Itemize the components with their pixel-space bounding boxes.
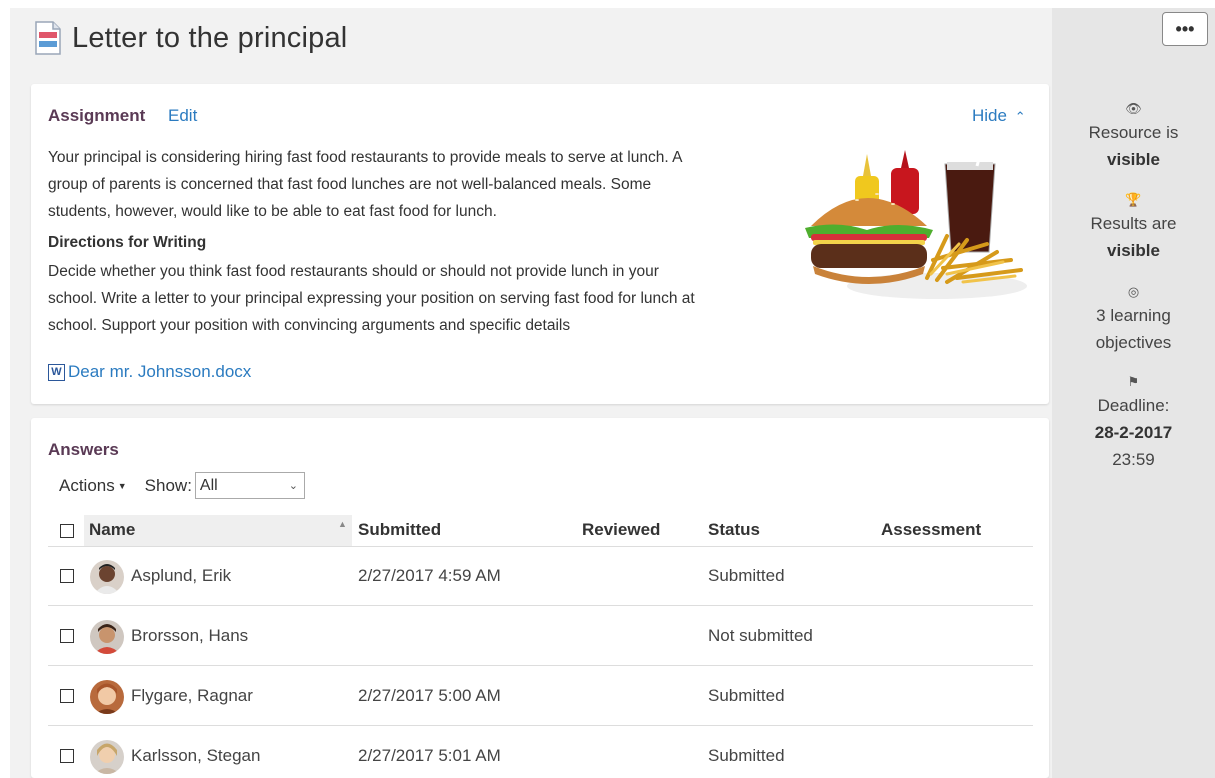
resource-text: Resource is	[1088, 123, 1179, 142]
attachment-link[interactable]: W Dear mr. Johnsson.docx	[48, 362, 251, 382]
assignment-heading: Assignment	[48, 106, 146, 125]
chevron-up-icon: ⌃	[1014, 109, 1026, 124]
directions-text: Decide whether you think fast food resta…	[48, 258, 808, 339]
column-name[interactable]: Name	[89, 520, 135, 540]
assignment-intro: Your principal is considering hiring fas…	[48, 144, 798, 225]
attachment-name: Dear mr. Johnsson.docx	[68, 362, 252, 381]
actions-label: Actions	[59, 475, 115, 495]
student-name[interactable]: Brorsson, Hans	[131, 626, 248, 646]
table-header: Name ▲ Submitted Reviewed Status Assessm…	[48, 515, 1033, 547]
column-submitted[interactable]: Submitted	[358, 520, 441, 540]
title-bar: Letter to the principal	[34, 16, 347, 60]
status-text: Submitted	[708, 566, 785, 585]
resource-visibility: 👁 Resource is visible	[1052, 101, 1215, 173]
column-assessment[interactable]: Assessment	[881, 520, 981, 540]
show-label: Show:	[144, 475, 192, 495]
objectives-label: objectives	[1095, 333, 1172, 352]
sort-ascending-icon: ▲	[338, 519, 347, 529]
results-state: visible	[1107, 241, 1160, 260]
student-name[interactable]: Flygare, Ragnar	[131, 686, 253, 706]
chevron-down-icon: ⌄	[288, 480, 298, 492]
deadline-time: 23:59	[1112, 450, 1155, 469]
table-row[interactable]: Flygare, Ragnar 2/27/2017 5:00 AM Submit…	[48, 666, 1033, 726]
hide-label: Hide	[972, 106, 1007, 125]
table-row[interactable]: Brorsson, Hans Not submitted	[48, 606, 1033, 666]
submitted-date: 2/27/2017 5:01 AM	[358, 746, 501, 765]
row-checkbox[interactable]	[60, 569, 74, 583]
status-text: Submitted	[708, 746, 785, 765]
resource-state: visible	[1107, 150, 1160, 169]
results-text: Results are	[1090, 214, 1177, 233]
caret-down-icon: ▼	[117, 481, 127, 492]
answers-toolbar: Actions ▼ Show: All ⌄	[59, 472, 305, 499]
answers-card: Answers Actions ▼ Show: All ⌄ Name ▲ Subm…	[31, 418, 1049, 778]
trophy-icon: 🏆	[1125, 192, 1142, 207]
word-document-icon: W	[48, 363, 65, 381]
table-row[interactable]: Karlsson, Stegan 2/27/2017 5:01 AM Submi…	[48, 726, 1033, 778]
table-row[interactable]: Asplund, Erik 2/27/2017 4:59 AM Submitte…	[48, 546, 1033, 606]
avatar	[90, 560, 124, 594]
submitted-date: 2/27/2017 5:00 AM	[358, 686, 501, 705]
directions-line: school. Support your position with convi…	[48, 317, 571, 334]
show-filter-value: All	[199, 476, 218, 494]
avatar	[90, 740, 124, 774]
row-checkbox[interactable]	[60, 749, 74, 763]
assignment-card: Assignment Edit Hide ⌃ Your principal is…	[31, 84, 1049, 404]
more-options-button[interactable]: •••	[1162, 12, 1208, 46]
deadline-date: 28-2-2017	[1094, 423, 1173, 442]
row-checkbox[interactable]	[60, 689, 74, 703]
avatar	[90, 620, 124, 654]
status-text: Submitted	[708, 686, 785, 705]
flag-icon: ⚑	[1127, 374, 1140, 389]
deadline-label: Deadline:	[1097, 396, 1170, 415]
hide-link[interactable]: Hide ⌃	[972, 106, 1026, 126]
show-filter-select[interactable]: All ⌄	[194, 472, 305, 499]
eye-icon: 👁	[1125, 101, 1142, 116]
page-title: Letter to the principal	[72, 21, 348, 54]
answers-heading: Answers	[48, 440, 119, 459]
student-name[interactable]: Asplund, Erik	[131, 566, 231, 586]
intro-line: Your principal is considering hiring fas…	[48, 149, 683, 166]
target-icon: ◎	[1127, 284, 1140, 299]
submitted-date: 2/27/2017 4:59 AM	[358, 566, 501, 585]
results-visibility: 🏆 Results are visible	[1052, 192, 1215, 264]
learning-objectives[interactable]: ◎ 3 learning objectives	[1052, 284, 1215, 356]
fast-food-image	[797, 148, 1027, 302]
row-checkbox[interactable]	[60, 629, 74, 643]
select-all-checkbox[interactable]	[60, 524, 74, 538]
directions-line: school. Write a letter to your principal…	[48, 290, 695, 307]
avatar	[90, 680, 124, 714]
directions-line: Decide whether you think fast food resta…	[48, 263, 659, 280]
status-text: Not submitted	[708, 626, 813, 645]
column-status[interactable]: Status	[708, 520, 760, 540]
deadline-info: ⚑ Deadline: 28-2-2017 23:59	[1052, 374, 1215, 473]
actions-dropdown[interactable]: Actions ▼	[59, 476, 127, 496]
column-reviewed[interactable]: Reviewed	[582, 520, 660, 540]
student-name[interactable]: Karlsson, Stegan	[131, 746, 260, 766]
intro-line: students, however, would like to be able…	[48, 203, 497, 220]
objectives-count: 3 learning	[1096, 306, 1171, 325]
directions-title: Directions for Writing	[48, 234, 207, 251]
edit-link[interactable]: Edit	[168, 106, 197, 126]
intro-line: group of parents is concerned that fast …	[48, 176, 652, 193]
document-icon	[35, 21, 61, 55]
